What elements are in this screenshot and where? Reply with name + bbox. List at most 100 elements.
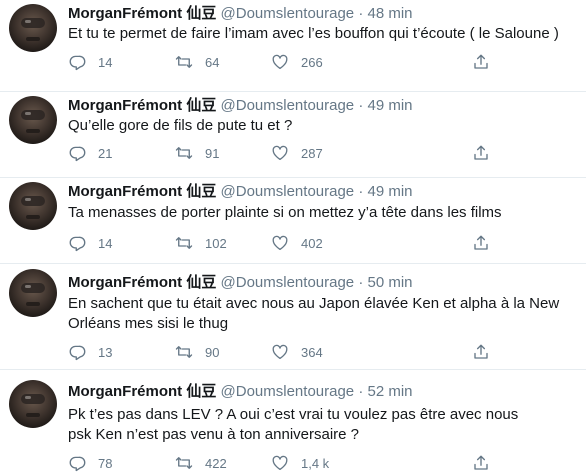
timestamp[interactable]: 49 min bbox=[368, 183, 413, 200]
retweet-icon bbox=[175, 457, 193, 469]
tweet-header: MorganFrémont 仙豆 @Doumslentourage · 49 m… bbox=[68, 96, 413, 115]
retweet-count: 90 bbox=[205, 344, 220, 360]
share-button[interactable] bbox=[472, 233, 490, 253]
tweet-text: Pk t’es pas dans LEV ? A oui c’est vrai … bbox=[68, 406, 519, 443]
heart-icon bbox=[272, 54, 288, 70]
heart-icon bbox=[272, 344, 288, 360]
retweet-icon bbox=[175, 147, 193, 159]
avatar[interactable] bbox=[9, 4, 57, 52]
retweet-count: 64 bbox=[205, 54, 220, 70]
heart-icon bbox=[272, 145, 288, 161]
retweet-button[interactable]: 90 bbox=[175, 342, 219, 362]
separator-dot: · bbox=[358, 183, 364, 200]
tweet-text: Qu’elle gore de fils de pute tu et ? bbox=[68, 117, 293, 134]
reply-icon bbox=[69, 146, 86, 162]
timestamp[interactable]: 49 min bbox=[368, 97, 413, 114]
tweet-feed: MorganFrémont 仙豆 @Doumslentourage · 48 m… bbox=[0, 0, 586, 475]
like-button[interactable]: 266 bbox=[271, 52, 323, 72]
tweet-header: MorganFrémont 仙豆 @Doumslentourage · 52 m… bbox=[68, 382, 413, 401]
share-icon bbox=[474, 344, 488, 359]
like-count: 364 bbox=[301, 344, 323, 360]
heart-icon bbox=[272, 235, 288, 251]
tweet[interactable]: MorganFrémont 仙豆 @Doumslentourage · 49 m… bbox=[0, 92, 586, 178]
display-name[interactable]: MorganFrémont 仙豆 bbox=[68, 383, 216, 400]
like-button[interactable]: 287 bbox=[271, 143, 323, 163]
separator-dot: · bbox=[358, 274, 364, 291]
display-name[interactable]: MorganFrémont 仙豆 bbox=[68, 183, 216, 200]
like-button[interactable]: 1,4 k bbox=[271, 453, 329, 473]
user-handle[interactable]: @Doumslentourage bbox=[221, 383, 355, 400]
tweet-text: En sachent que tu était avec nous au Jap… bbox=[68, 295, 560, 332]
retweet-icon bbox=[175, 346, 193, 358]
share-button[interactable] bbox=[472, 453, 490, 473]
reply-icon bbox=[69, 456, 86, 472]
share-icon bbox=[474, 54, 488, 69]
tweet-header: MorganFrémont 仙豆 @Doumslentourage · 50 m… bbox=[68, 273, 413, 292]
share-icon bbox=[474, 145, 488, 160]
action-bar: 14 64 266 bbox=[68, 52, 508, 72]
retweet-button[interactable]: 422 bbox=[175, 453, 227, 473]
share-icon bbox=[474, 235, 488, 250]
action-bar: 21 91 287 bbox=[68, 143, 508, 163]
reply-count: 21 bbox=[98, 145, 113, 161]
retweet-count: 422 bbox=[205, 455, 227, 471]
like-count: 287 bbox=[301, 145, 323, 161]
avatar[interactable] bbox=[9, 96, 57, 144]
action-bar: 78 422 1,4 k bbox=[68, 453, 508, 473]
like-count: 1,4 k bbox=[301, 455, 330, 471]
timestamp[interactable]: 52 min bbox=[368, 383, 413, 400]
display-name[interactable]: MorganFrémont 仙豆 bbox=[68, 97, 216, 114]
avatar[interactable] bbox=[9, 380, 57, 428]
separator-dot: · bbox=[358, 383, 364, 400]
tweet-text: Ta menasses de porter plainte si on mett… bbox=[68, 204, 502, 221]
reply-count: 78 bbox=[98, 455, 113, 471]
user-handle[interactable]: @Doumslentourage bbox=[221, 274, 355, 291]
action-bar: 13 90 364 bbox=[68, 342, 508, 362]
retweet-button[interactable]: 64 bbox=[175, 52, 219, 72]
tweet[interactable]: MorganFrémont 仙豆 @Doumslentourage · 49 m… bbox=[0, 178, 586, 264]
retweet-count: 102 bbox=[205, 235, 227, 251]
tweet-header: MorganFrémont 仙豆 @Doumslentourage · 48 m… bbox=[68, 4, 413, 23]
display-name[interactable]: MorganFrémont 仙豆 bbox=[68, 5, 216, 22]
reply-button[interactable]: 78 bbox=[68, 453, 112, 473]
reply-count: 13 bbox=[98, 344, 113, 360]
tweet-text: Et tu te permet de faire l’imam avec l’e… bbox=[68, 25, 559, 42]
reply-button[interactable]: 14 bbox=[68, 52, 112, 72]
avatar[interactable] bbox=[9, 182, 57, 230]
reply-button[interactable]: 13 bbox=[68, 342, 112, 362]
tweet-header: MorganFrémont 仙豆 @Doumslentourage · 49 m… bbox=[68, 182, 413, 201]
reply-count: 14 bbox=[98, 54, 113, 70]
tweet[interactable]: MorganFrémont 仙豆 @Doumslentourage · 50 m… bbox=[0, 264, 586, 370]
like-count: 266 bbox=[301, 54, 323, 70]
tweet[interactable]: MorganFrémont 仙豆 @Doumslentourage · 52 m… bbox=[0, 370, 586, 475]
reply-icon bbox=[69, 236, 86, 252]
user-handle[interactable]: @Doumslentourage bbox=[221, 97, 355, 114]
action-bar: 14 102 402 bbox=[68, 233, 508, 253]
avatar[interactable] bbox=[9, 269, 57, 317]
retweet-button[interactable]: 91 bbox=[175, 143, 219, 163]
reply-count: 14 bbox=[98, 235, 113, 251]
tweet[interactable]: MorganFrémont 仙豆 @Doumslentourage · 48 m… bbox=[0, 0, 586, 92]
retweet-icon bbox=[175, 56, 193, 68]
like-button[interactable]: 402 bbox=[271, 233, 323, 253]
retweet-count: 91 bbox=[205, 145, 220, 161]
share-icon bbox=[474, 455, 488, 470]
separator-dot: · bbox=[358, 97, 364, 114]
share-button[interactable] bbox=[472, 143, 490, 163]
user-handle[interactable]: @Doumslentourage bbox=[221, 5, 355, 22]
share-button[interactable] bbox=[472, 52, 490, 72]
separator-dot: · bbox=[358, 5, 364, 22]
display-name[interactable]: MorganFrémont 仙豆 bbox=[68, 274, 216, 291]
timestamp[interactable]: 50 min bbox=[368, 274, 413, 291]
reply-button[interactable]: 21 bbox=[68, 143, 112, 163]
user-handle[interactable]: @Doumslentourage bbox=[221, 183, 355, 200]
like-count: 402 bbox=[301, 235, 323, 251]
share-button[interactable] bbox=[472, 342, 490, 362]
retweet-button[interactable]: 102 bbox=[175, 233, 227, 253]
retweet-icon bbox=[175, 237, 193, 249]
timestamp[interactable]: 48 min bbox=[368, 5, 413, 22]
reply-icon bbox=[69, 55, 86, 71]
like-button[interactable]: 364 bbox=[271, 342, 323, 362]
reply-icon bbox=[69, 345, 86, 361]
reply-button[interactable]: 14 bbox=[68, 233, 112, 253]
